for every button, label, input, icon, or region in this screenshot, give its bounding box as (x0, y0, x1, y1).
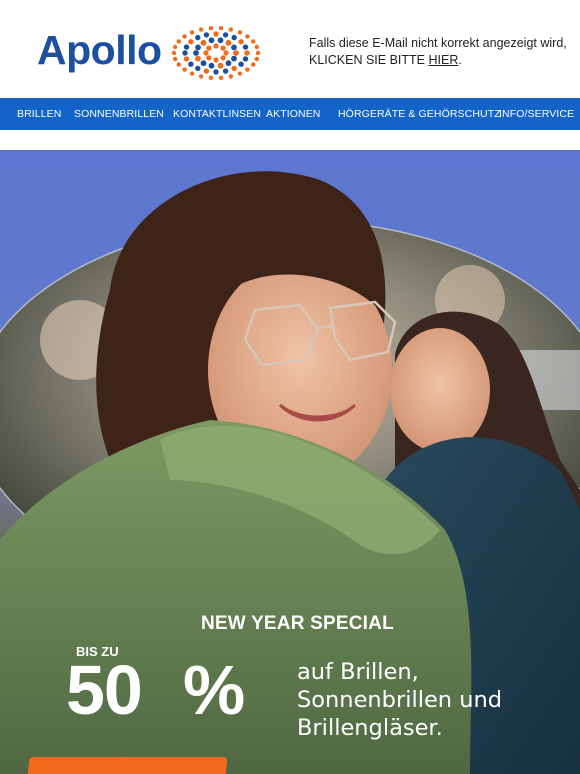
logo-dot (213, 31, 219, 37)
spacer (0, 130, 580, 150)
hero-discount-number: 50 (66, 651, 143, 729)
logo-dot (198, 74, 204, 79)
logo-dot (208, 26, 214, 31)
logo-dot (254, 56, 259, 62)
logo-dot (217, 37, 224, 44)
logo-dot (228, 74, 234, 79)
hero-offer-line1: auf Brillen, (297, 659, 419, 685)
logo-dot (228, 27, 234, 32)
logo-dot (218, 26, 224, 31)
logo-dot (182, 50, 188, 56)
logo-dot (203, 50, 209, 56)
hero-headline: NEW YEAR SPECIAL (201, 613, 394, 634)
logo-dot (222, 32, 229, 38)
logo-dot (231, 44, 237, 51)
nav-item-hoergeraete[interactable]: HÖRGERÄTE & GEHÖRSCHUTZ (338, 108, 501, 120)
cta-button[interactable] (26, 757, 228, 774)
logo-dot (222, 68, 229, 74)
logo-dot (238, 39, 244, 45)
logo-dot (238, 61, 244, 67)
logo-dot (237, 71, 243, 76)
logo-dot (245, 34, 250, 39)
logo-dot (173, 56, 178, 62)
logo-dot (193, 50, 199, 56)
nav-item-info-service[interactable]: INFO/SERVICE (499, 108, 574, 120)
logo-dot (195, 55, 201, 62)
logo-dot (176, 39, 181, 44)
notice-suffix: . (458, 53, 462, 67)
logo-dot (200, 60, 207, 67)
logo-dot (198, 27, 204, 32)
logo-dot (195, 34, 201, 41)
nav-item-brillen[interactable]: BRILLEN (17, 108, 61, 120)
logo-dot (225, 60, 232, 67)
notice-text-prefix: KLICKEN SIE BITTE (309, 53, 429, 67)
logo-dot (208, 75, 214, 80)
logo-dot (188, 61, 194, 67)
logo-dot (206, 45, 212, 51)
logo-dot (231, 55, 237, 62)
logo-dot (213, 69, 219, 75)
apollo-logo-icon[interactable] (168, 24, 264, 82)
logo-dot (182, 67, 187, 72)
logo-dot (218, 75, 224, 80)
logo-dot (242, 44, 249, 50)
main-nav: BRILLEN SONNENBRILLEN KONTAKTLINSEN AKTI… (0, 98, 580, 132)
logo-dot (173, 44, 178, 50)
logo-dot (244, 50, 250, 56)
logo-dot (220, 55, 226, 61)
logo-dot (251, 39, 256, 44)
hero-copy: NEW YEAR SPECIAL BIS ZU 50 % auf Brillen… (0, 150, 580, 774)
logo-dot (188, 39, 194, 45)
logo-dot (189, 30, 195, 35)
notice-text-line1: Falls diese E-Mail nicht korrekt angezei… (309, 36, 567, 50)
logo-dot (200, 39, 207, 46)
logo-dot (208, 62, 215, 69)
logo-dot (213, 57, 219, 63)
logo-dot (231, 34, 237, 41)
logo-dot (254, 44, 259, 50)
hero-discount-percent: % (183, 651, 246, 729)
hero-offer-line2: Sonnenbrillen und (297, 687, 503, 713)
view-in-browser-notice: Falls diese E-Mail nicht korrekt angezei… (309, 35, 574, 69)
logo-dot (171, 50, 177, 56)
logo-dot (225, 39, 232, 46)
logo-dot (213, 43, 219, 49)
logo-dot (183, 56, 190, 62)
logo-dot (195, 44, 201, 51)
logo-dot (251, 62, 256, 67)
view-online-link[interactable]: HIER (428, 53, 458, 67)
logo-dot (182, 34, 187, 39)
logo-dot (206, 55, 212, 61)
logo-dot (203, 32, 210, 38)
nav-item-aktionen[interactable]: AKTIONEN (266, 108, 320, 120)
nav-item-kontaktlinsen[interactable]: KONTAKTLINSEN (173, 108, 261, 120)
logo-dot (217, 62, 224, 69)
logo-dot (242, 56, 249, 62)
logo-dot (231, 65, 237, 72)
logo-dot (208, 37, 215, 44)
logo-dot (195, 65, 201, 72)
apollo-logo-text[interactable]: Apollo (37, 30, 162, 71)
logo-dot (223, 50, 229, 56)
logo-dot (237, 30, 243, 35)
logo-dot (255, 50, 261, 56)
logo-dot (220, 45, 226, 51)
hero-offer-line3: Brillengläser. (297, 715, 443, 741)
nav-item-sonnenbrillen[interactable]: SONNENBRILLEN (74, 108, 164, 120)
hero-banner[interactable]: NEW YEAR SPECIAL BIS ZU 50 % auf Brillen… (0, 150, 580, 774)
logo-dot (189, 71, 195, 76)
email-header: Apollo Falls diese E-Mail nicht korrekt … (0, 0, 580, 98)
hero-offer-text: auf Brillen, Sonnenbrillen und Brillengl… (297, 658, 502, 742)
logo-dot (176, 62, 181, 67)
logo-dot (233, 50, 239, 56)
logo-dot (203, 68, 210, 74)
logo-dot (183, 44, 190, 50)
logo-dot (245, 67, 250, 72)
